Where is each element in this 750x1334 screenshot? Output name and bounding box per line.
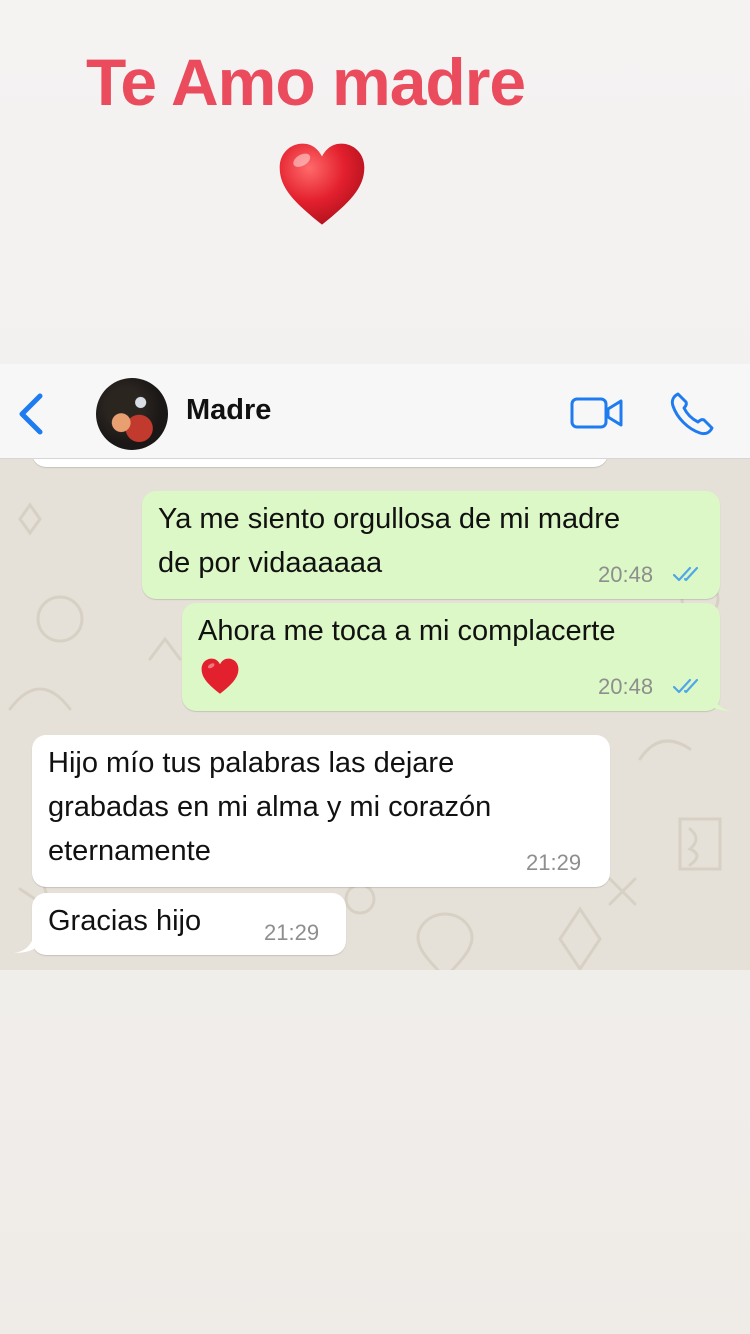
message-time: 21:29 [526, 850, 582, 875]
incoming-message[interactable]: Hijo mío tus palabras las dejare grabada… [32, 735, 610, 887]
message-text: Hijo mío tus palabras las dejare grabada… [48, 747, 492, 867]
message-time: 20:48 [598, 674, 654, 699]
whatsapp-screenshot: Madre Ya me siento orgullosa de mi madre… [0, 364, 750, 970]
story-title: Te Amo madre [86, 45, 526, 119]
message-text: Gracias hijo [48, 905, 202, 937]
chat-header: Madre [0, 364, 750, 459]
message-text: Ahora me toca a mi complacerte [198, 615, 616, 647]
chat-area[interactable]: Ya me siento orgullosa de mi madre de po… [0, 449, 750, 970]
message-text: Ya me siento orgullosa de mi madre de po… [158, 503, 621, 579]
avatar[interactable] [96, 378, 168, 450]
message-time: 21:29 [264, 920, 320, 945]
message-time: 20:48 [598, 562, 654, 587]
incoming-message[interactable]: Gracias hijo 21:29 [14, 893, 346, 955]
outgoing-message[interactable]: Ahora me toca a mi complacerte 20:48 [182, 603, 732, 711]
outgoing-message[interactable]: Ya me siento orgullosa de mi madre de po… [142, 491, 720, 599]
red-heart-emoji [201, 658, 239, 694]
read-ticks-icon [672, 678, 699, 694]
contact-name[interactable]: Madre [186, 394, 271, 427]
phone-icon[interactable] [668, 390, 716, 438]
read-ticks-icon [672, 566, 699, 582]
video-camera-icon[interactable] [570, 396, 624, 430]
bubble-tail [712, 693, 732, 711]
bubble-tail [14, 935, 34, 953]
chevron-left-icon[interactable] [14, 392, 48, 436]
heart-icon [279, 143, 365, 225]
